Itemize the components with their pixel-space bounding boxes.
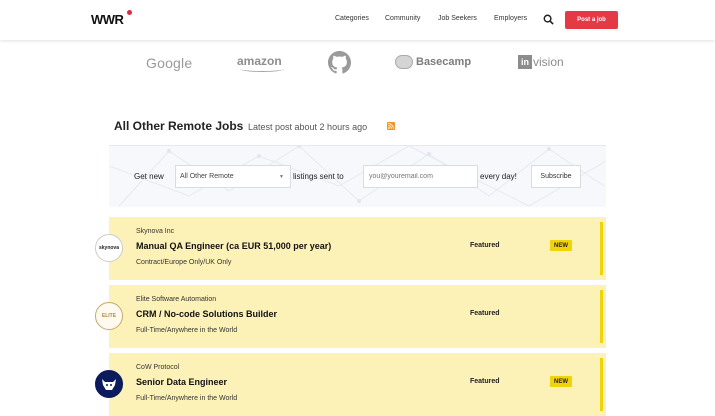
search-icon[interactable] — [543, 14, 554, 25]
cow-logo-icon — [102, 379, 116, 390]
company-name: Skynova Inc — [136, 228, 175, 235]
basecamp-text: Basecamp — [416, 56, 472, 68]
nav-community[interactable]: Community — [385, 15, 420, 22]
listings-sent-to-label: listings sent to — [293, 172, 344, 181]
job-region: Full-Time/Anywhere in the World — [136, 327, 238, 334]
category-select[interactable]: All Other Remote ▼ — [175, 165, 291, 188]
subscribe-button[interactable]: Subscribe — [531, 165, 581, 188]
job-region: Contract/Europe Only/UK Only — [136, 259, 232, 266]
rss-icon[interactable] — [387, 122, 395, 130]
section-title[interactable]: All Other Remote Jobs — [114, 119, 243, 133]
logo-dot — [127, 10, 132, 15]
featured-label: Featured — [470, 378, 500, 385]
basecamp-logo: Basecamp — [395, 55, 471, 69]
featured-bar — [600, 290, 603, 343]
company-logo[interactable]: skynova — [95, 234, 123, 262]
job-title[interactable]: Senior Data Engineer — [136, 377, 227, 387]
email-input[interactable] — [363, 165, 478, 188]
category-select-value: All Other Remote — [180, 173, 234, 180]
latest-post-text: Latest post about 2 hours ago — [248, 122, 368, 132]
new-badge: NEW — [550, 240, 572, 251]
job-listing[interactable]: ELITE Elite Software Automation CRM / No… — [95, 285, 606, 348]
job-listing[interactable]: skynova Skynova Inc Manual QA Engineer (… — [95, 217, 606, 280]
company-logo-text: skynova — [98, 245, 119, 251]
featured-bar — [600, 358, 603, 411]
get-new-label: Get new — [134, 172, 164, 181]
job-title[interactable]: Manual QA Engineer (ca EUR 51,000 per ye… — [136, 241, 331, 251]
invision-text: vision — [533, 55, 564, 69]
featured-bar — [600, 222, 603, 275]
company-name: CoW Protocol — [136, 364, 180, 371]
company-logo[interactable] — [95, 370, 123, 398]
invision-mark: in — [518, 55, 532, 69]
nav-job-seekers[interactable]: Job Seekers — [438, 15, 477, 22]
logo-text: WWR — [91, 12, 124, 27]
amazon-smile-icon — [240, 66, 284, 72]
featured-label: Featured — [470, 310, 500, 317]
new-badge: NEW — [550, 376, 572, 387]
every-day-label: every day! — [480, 172, 517, 181]
chevron-down-icon: ▼ — [279, 174, 284, 180]
featured-label: Featured — [470, 242, 500, 249]
google-logo: Google — [146, 55, 193, 71]
nav-employers[interactable]: Employers — [494, 15, 527, 22]
github-icon — [328, 51, 351, 74]
job-region: Full-Time/Anywhere in the World — [136, 395, 238, 402]
post-job-button[interactable]: Post a job — [565, 11, 618, 29]
site-header: WWR Categories Community Job Seekers Emp… — [0, 0, 715, 40]
company-logo[interactable]: ELITE — [95, 302, 123, 330]
job-title[interactable]: CRM / No-code Solutions Builder — [136, 309, 277, 319]
nav-categories[interactable]: Categories — [335, 15, 369, 22]
company-name: Elite Software Automation — [136, 296, 217, 303]
job-listing[interactable]: CoW Protocol Senior Data Engineer Full-T… — [95, 353, 606, 416]
invision-logo: in vision — [518, 55, 564, 69]
basecamp-mark-icon — [395, 55, 413, 69]
company-logo-text: ELITE — [101, 313, 117, 319]
wwr-logo[interactable]: WWR — [91, 10, 132, 27]
